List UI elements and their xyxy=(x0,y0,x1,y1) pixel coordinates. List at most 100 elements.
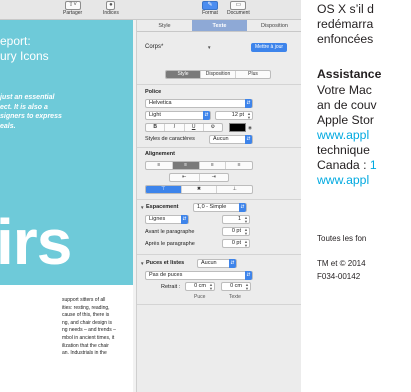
document-icon: ▭ xyxy=(230,1,247,10)
body-text[interactable]: support sitters of all ities: resting, r… xyxy=(0,297,133,358)
tab-layout[interactable]: Disposition xyxy=(247,20,302,31)
stepper-arrows-icon[interactable]: ▲ ▼ xyxy=(244,216,248,224)
text-line: technique xyxy=(317,143,370,157)
copyright-text: TM et © 2014 xyxy=(317,259,366,268)
paragraph-style-select[interactable]: Corps* xyxy=(145,44,163,50)
inspector-tabs: Style Texte Disposition xyxy=(137,20,302,32)
align-left-button[interactable]: ≡ xyxy=(146,162,173,169)
text-format-buttons: B I U ⚙ xyxy=(145,123,223,132)
subtab-layout[interactable]: Disposition xyxy=(201,71,236,78)
share-label: Partager xyxy=(63,10,83,16)
line-spacing-stepper[interactable]: 1 ▲ ▼ xyxy=(222,215,250,224)
format-label: Format xyxy=(202,10,218,16)
space-before-stepper[interactable]: 0 pt ▲ ▼ xyxy=(222,227,250,236)
decrease-indent-button[interactable]: ⇤ xyxy=(170,174,200,181)
font-family-select[interactable]: Helvetica ⇵ xyxy=(145,99,253,108)
text-color-swatch[interactable] xyxy=(229,123,246,132)
font-weight-select[interactable]: Light ⇵ xyxy=(145,111,211,120)
italic-button[interactable]: I xyxy=(165,124,185,131)
stepper-arrows-icon[interactable]: ▲ ▼ xyxy=(244,240,248,248)
font-size-stepper[interactable]: 12 pt ▲ ▼ xyxy=(215,111,253,120)
subtab-style[interactable]: Style xyxy=(166,71,201,78)
phone-link[interactable]: 1 xyxy=(370,158,377,172)
font-section-label: Police xyxy=(145,89,162,95)
alignment-section-label: Alignement xyxy=(145,151,175,157)
footer-text: Toutes les fon xyxy=(317,234,367,243)
align-justify-button[interactable]: ≡ xyxy=(226,162,252,169)
alignment-buttons: ≡ ≡ ≡ ≡ xyxy=(145,161,253,170)
canada-line: Canada : 1 xyxy=(317,158,377,172)
valign-top-button[interactable]: ⊤ xyxy=(146,186,182,193)
space-after-stepper[interactable]: 0 pt ▲ ▼ xyxy=(222,239,250,248)
char-styles-select[interactable]: Aucun ⇵ xyxy=(209,135,253,144)
lightbulb-icon: ● xyxy=(106,1,116,10)
disclosure-triangle-icon[interactable]: ▼ xyxy=(140,261,144,266)
tips-button[interactable]: ● Indices xyxy=(103,1,119,17)
stepper-arrows-icon[interactable]: ▲ ▼ xyxy=(247,112,251,120)
bullet-type-select[interactable]: Pas de puces ⇵ xyxy=(145,271,253,280)
stepper-arrows-icon[interactable]: ▲ ▼ xyxy=(244,228,248,236)
update-style-button[interactable]: Mettre à jour xyxy=(251,43,288,52)
stepper-arrows-icon[interactable]: ▲ ▼ xyxy=(245,283,249,291)
tab-text[interactable]: Texte xyxy=(192,20,247,31)
bullet-indent-stepper[interactable]: 0 cm ▲ ▼ xyxy=(185,282,215,291)
stepper-arrows-icon[interactable]: ▲ ▼ xyxy=(209,283,213,291)
line-spacing-type-select[interactable]: Lignes ⇵ xyxy=(145,215,189,224)
bullets-section-label: Puces et listes xyxy=(146,260,185,266)
text-line: Votre Mac xyxy=(317,83,372,97)
format-button[interactable]: ✎ Format xyxy=(202,1,218,17)
bold-button[interactable]: B xyxy=(146,124,166,131)
text-subtabs: Style Disposition Plus xyxy=(165,70,271,79)
divider xyxy=(137,84,302,85)
indent-buttons: ⇤ ⇥ xyxy=(169,173,229,182)
divider xyxy=(137,199,302,200)
document-code: F034-00142 xyxy=(317,272,361,281)
spacing-select[interactable]: 1,0 - Simple ⇵ xyxy=(193,203,247,212)
align-center-button[interactable]: ≡ xyxy=(172,162,200,169)
underline-button[interactable]: U xyxy=(185,124,204,131)
valign-bottom-button[interactable]: ⊥ xyxy=(217,186,252,193)
support-link[interactable]: www.appl xyxy=(317,173,369,188)
bullet-caption: Puce xyxy=(194,294,206,300)
toolbar: ⇧˅ Partager ● Indices ✎ Format ▭ Documen… xyxy=(0,0,301,20)
document-button[interactable]: ▭ Document xyxy=(227,1,250,17)
document-canvas[interactable]: eport: ury Icons just an essential ect. … xyxy=(0,20,133,392)
paintbrush-icon: ✎ xyxy=(202,1,218,10)
tips-label: Indices xyxy=(103,10,119,16)
text-line: redémarra xyxy=(317,17,374,31)
text-line: OS X s’il d xyxy=(317,2,374,16)
headline-big-text: irs xyxy=(0,206,72,278)
text-indent-stepper[interactable]: 0 cm ▲ ▼ xyxy=(221,282,251,291)
disclosure-triangle-icon[interactable]: ▼ xyxy=(140,205,144,210)
chevron-updown-icon: ⇵ xyxy=(203,111,210,120)
chevron-updown-icon: ⇵ xyxy=(245,99,252,108)
list-style-select[interactable]: Aucun ⇵ xyxy=(197,259,237,268)
chevron-updown-icon: ⇵ xyxy=(181,215,188,224)
share-icon: ⇧˅ xyxy=(64,1,81,10)
valign-middle-button[interactable]: ✖ xyxy=(182,186,218,193)
document-title: eport: ury Icons xyxy=(0,34,49,63)
text-line: Apple Stor xyxy=(317,113,374,127)
chevron-updown-icon: ⇵ xyxy=(245,271,252,280)
support-link[interactable]: www.appl xyxy=(317,128,369,143)
hero-block: eport: ury Icons just an essential ect. … xyxy=(0,20,133,285)
manual-page: OS X s’il d redémarra enfoncées Assistan… xyxy=(301,0,411,392)
text-line: an de couv xyxy=(317,98,377,112)
color-picker-icon[interactable]: ◉ xyxy=(248,125,252,131)
chevron-updown-icon: ⇵ xyxy=(245,135,252,144)
space-after-label: Après le paragraphe xyxy=(145,241,195,247)
text-options-button[interactable]: ⚙ xyxy=(204,124,222,131)
chevron-updown-icon: ⇵ xyxy=(229,259,236,268)
align-right-button[interactable]: ≡ xyxy=(200,162,227,169)
char-styles-label: Styles de caractères xyxy=(145,136,195,142)
tab-style[interactable]: Style xyxy=(137,20,192,31)
subtab-more[interactable]: Plus xyxy=(236,71,270,78)
share-button[interactable]: ⇧˅ Partager xyxy=(63,1,82,17)
divider xyxy=(137,304,302,305)
pull-quote: just an essential ect. It is also a sign… xyxy=(0,94,62,130)
chevron-updown-icon: ⇵ xyxy=(239,203,246,212)
spacing-section-label: Espacement xyxy=(146,204,179,210)
assistance-heading: Assistance xyxy=(317,67,382,81)
divider xyxy=(137,147,302,148)
increase-indent-button[interactable]: ⇥ xyxy=(200,174,229,181)
